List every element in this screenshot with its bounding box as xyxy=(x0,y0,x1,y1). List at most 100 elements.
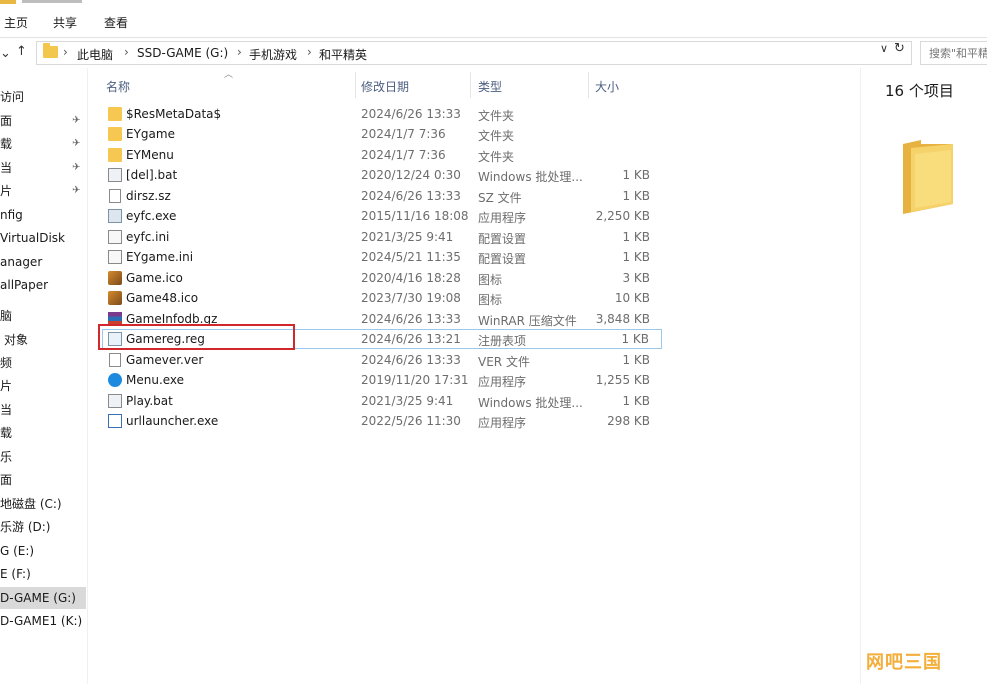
nav-item-drive-c[interactable]: 地磁盘 (C:) xyxy=(0,493,86,515)
nav-item-drive-f[interactable]: E (F:) xyxy=(0,563,86,585)
search-input[interactable] xyxy=(921,42,987,64)
file-size: 1 KB xyxy=(621,332,649,346)
nav-item-this-pc[interactable]: 脑 xyxy=(0,305,86,327)
refresh-icon[interactable]: ↻ xyxy=(894,41,905,56)
nav-item-drive-e[interactable]: G (E:) xyxy=(0,540,86,562)
nav-item-desktop-pc[interactable]: 面 xyxy=(0,469,86,491)
nav-item-3d-objects[interactable]: 对象 xyxy=(0,329,86,351)
tab-view[interactable]: 查看 xyxy=(104,14,128,31)
nav-item-label: 频 xyxy=(0,356,13,370)
file-row[interactable]: Game48.ico 2023/7/30 19:08 图标 10 KB xyxy=(102,288,662,308)
file-row[interactable]: Menu.exe 2019/11/20 17:31 应用程序 1,255 KB xyxy=(102,370,662,390)
file-name: eyfc.ini xyxy=(126,230,170,244)
nav-item-drive-k[interactable]: D-GAME1 (K:) xyxy=(0,610,86,632)
column-divider[interactable] xyxy=(355,72,356,98)
nav-item-quick-access[interactable]: 访问 xyxy=(0,86,86,108)
file-name: EYgame xyxy=(126,127,175,141)
nav-item-documents-pc[interactable]: 当 xyxy=(0,399,86,421)
file-row[interactable]: [del].bat 2020/12/24 0:30 Windows 批处理... 1 … xyxy=(102,165,662,185)
recent-locations-chevron-icon[interactable]: ⌄ xyxy=(0,46,11,61)
file-type: 文件夹 xyxy=(478,109,515,123)
tab-home[interactable]: 主页 xyxy=(4,14,28,31)
breadcrumb-this-pc[interactable]: 此电脑 xyxy=(77,46,113,63)
file-type: Windows 批处理... xyxy=(478,170,583,184)
nav-item-label: 片 xyxy=(0,184,13,198)
nav-item-downloads-pc[interactable]: 载 xyxy=(0,422,86,444)
nav-item-pictures[interactable]: 片 ✈ xyxy=(0,180,86,202)
file-row[interactable]: $ResMetaData$ 2024/6/26 13:33 文件夹 xyxy=(102,104,662,124)
settings-file-icon xyxy=(108,230,122,244)
column-header-date[interactable]: 修改日期 xyxy=(361,78,409,95)
breadcrumb-mobile-games[interactable]: 手机游戏 xyxy=(249,46,297,63)
file-row[interactable]: Game.ico 2020/4/16 18:28 图标 3 KB xyxy=(102,268,662,288)
file-row[interactable]: eyfc.ini 2021/3/25 9:41 配置设置 1 KB xyxy=(102,227,662,247)
nav-item-videos[interactable]: 频 xyxy=(0,352,86,374)
file-type: WinRAR 压缩文件 xyxy=(478,314,577,328)
nav-item-virtualdisk[interactable]: VirtualDisk xyxy=(0,227,86,249)
file-date: 2020/12/24 0:30 xyxy=(361,168,461,182)
nav-item-documents[interactable]: 当 ✈ xyxy=(0,157,86,179)
file-row[interactable]: EYgame 2024/1/7 7:36 文件夹 xyxy=(102,124,662,144)
file-row[interactable]: urllauncher.exe 2022/5/26 11:30 应用程序 298 KB xyxy=(102,411,662,431)
nav-item-label: anager xyxy=(0,255,43,269)
nav-item-pictures-pc[interactable]: 片 xyxy=(0,375,86,397)
nav-item-wallpaper[interactable]: allPaper xyxy=(0,274,86,296)
pin-icon: ✈ xyxy=(72,138,81,149)
file-type: 图标 xyxy=(478,273,503,287)
folder-icon xyxy=(108,148,122,162)
nav-item-drive-g[interactable]: D-GAME (G:) xyxy=(0,587,86,609)
folder-icon xyxy=(0,0,16,4)
file-name: urllauncher.exe xyxy=(126,414,219,428)
address-bar[interactable]: › 此电脑 › SSD-GAME (G:) › 手机游戏 › 和平精英 xyxy=(36,41,912,65)
large-folder-icon xyxy=(903,140,953,214)
file-size: 2,250 KB xyxy=(595,209,650,223)
file-row[interactable]: EYMenu 2024/1/7 7:36 文件夹 xyxy=(102,145,662,165)
search-input-box[interactable] xyxy=(920,41,987,65)
up-arrow-icon[interactable]: ↑ xyxy=(16,44,27,59)
title-fragment xyxy=(22,0,82,3)
nav-item-config[interactable]: nfig xyxy=(0,204,86,226)
breadcrumb-current-folder[interactable]: 和平精英 xyxy=(319,46,367,63)
address-dropdown-icon[interactable]: ∨ xyxy=(880,42,888,55)
nav-item-drive-d[interactable]: 乐游 (D:) xyxy=(0,516,86,538)
chevron-right-icon[interactable]: › xyxy=(307,45,312,59)
generic-file-icon xyxy=(109,353,121,367)
tab-share[interactable]: 共享 xyxy=(53,14,77,31)
file-name: Game.ico xyxy=(126,271,183,285)
nav-item-label: allPaper xyxy=(0,278,49,292)
column-divider[interactable] xyxy=(588,72,589,98)
file-row[interactable]: Gamever.ver 2024/6/26 13:33 VER 文件 1 KB xyxy=(102,350,662,370)
chevron-right-icon[interactable]: › xyxy=(124,45,129,59)
nav-item-desktop[interactable]: 面 ✈ xyxy=(0,110,86,132)
breadcrumb-drive[interactable]: SSD-GAME (G:) xyxy=(137,46,228,60)
file-name: Menu.exe xyxy=(126,373,185,387)
nav-item-label: 面 xyxy=(0,114,13,128)
file-row[interactable]: eyfc.exe 2015/11/16 18:08 应用程序 2,250 KB xyxy=(102,206,662,226)
nav-item-label: D-GAME1 (K:) xyxy=(0,614,83,628)
nav-item-downloads[interactable]: 载 ✈ xyxy=(0,133,86,155)
column-header-name[interactable]: 名称 xyxy=(106,78,130,95)
nav-item-label: G (E:) xyxy=(0,544,35,558)
file-date: 2022/5/26 11:30 xyxy=(361,414,461,428)
column-header-size[interactable]: 大小 xyxy=(595,78,619,95)
column-divider[interactable] xyxy=(470,72,471,98)
nav-item-label: 访问 xyxy=(0,90,25,104)
watermark-logo: 网吧三国 xyxy=(866,652,942,673)
address-row: ⌄ ↑ › 此电脑 › SSD-GAME (G:) › 手机游戏 › 和平精英 … xyxy=(0,38,987,68)
pin-icon: ✈ xyxy=(72,115,81,126)
folder-icon xyxy=(108,107,122,121)
chevron-right-icon[interactable]: › xyxy=(237,45,242,59)
pin-icon: ✈ xyxy=(72,162,81,173)
file-date: 2024/6/26 13:21 xyxy=(361,332,461,346)
nav-item-manager[interactable]: anager xyxy=(0,251,86,273)
column-header-type[interactable]: 类型 xyxy=(478,78,502,95)
file-row[interactable]: Play.bat 2021/3/25 9:41 Windows 批处理... 1 KB xyxy=(102,391,662,411)
nav-item-label: 当 xyxy=(0,403,13,417)
application-icon xyxy=(108,209,122,223)
file-row[interactable]: EYgame.ini 2024/5/21 11:35 配置设置 1 KB xyxy=(102,247,662,267)
file-row[interactable]: dirsz.sz 2024/6/26 13:33 SZ 文件 1 KB xyxy=(102,186,662,206)
chevron-right-icon[interactable]: › xyxy=(63,45,68,59)
file-name: Play.bat xyxy=(126,394,173,408)
nav-item-label: E (F:) xyxy=(0,567,31,581)
nav-item-music[interactable]: 乐 xyxy=(0,446,86,468)
